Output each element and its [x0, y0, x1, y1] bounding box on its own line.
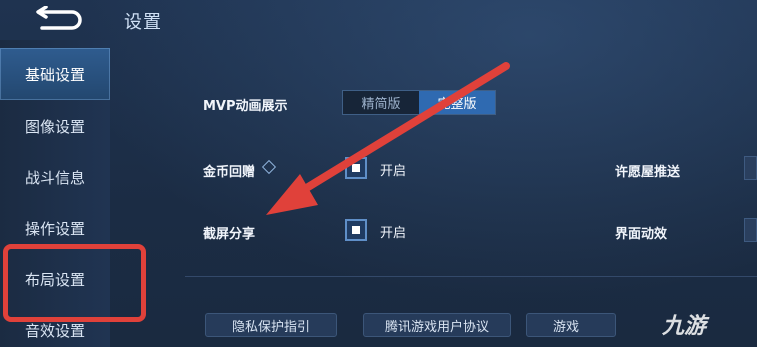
- mvp-animation-label: MVP动画展示: [203, 99, 288, 114]
- header: 设置: [0, 0, 757, 40]
- game-policy-button[interactable]: 游戏: [526, 313, 616, 337]
- settings-panel: MVP动画展示 精简版 完整版 金币回赠 开启 许愿屋推送 截屏分享 开启 界面…: [110, 40, 757, 347]
- ui-animation-control[interactable]: [744, 218, 757, 242]
- back-arrow-icon[interactable]: [28, 6, 86, 34]
- mvp-animation-toggle: 精简版 完整版: [342, 90, 496, 115]
- mvp-option-simple[interactable]: 精简版: [343, 91, 419, 114]
- ui-animation-label: 界面动效: [615, 227, 668, 242]
- wish-house-push-control[interactable]: [744, 156, 757, 180]
- screenshot-share-label: 截屏分享: [203, 227, 256, 242]
- screenshot-share-checkbox[interactable]: [345, 219, 367, 241]
- sidebar-item-battle-info[interactable]: 战斗信息: [0, 151, 110, 203]
- user-agreement-button[interactable]: 腾讯游戏用户协议: [363, 313, 511, 337]
- wish-house-push-label: 许愿屋推送: [615, 165, 681, 180]
- coin-rebate-value: 开启: [380, 164, 407, 179]
- info-diamond-icon[interactable]: [261, 159, 277, 175]
- sidebar-item-graphics[interactable]: 图像设置: [0, 100, 110, 152]
- watermark-logo: 九游: [662, 314, 707, 339]
- privacy-guide-button[interactable]: 隐私保护指引: [205, 313, 337, 337]
- page-title: 设置: [124, 12, 162, 33]
- coin-rebate-checkbox[interactable]: [345, 157, 367, 179]
- divider: [185, 276, 757, 277]
- coin-rebate-label: 金币回赠: [203, 165, 256, 180]
- screenshot-share-value: 开启: [380, 226, 407, 241]
- sidebar-item-basic[interactable]: 基础设置: [0, 48, 110, 100]
- mvp-option-full[interactable]: 完整版: [419, 91, 495, 114]
